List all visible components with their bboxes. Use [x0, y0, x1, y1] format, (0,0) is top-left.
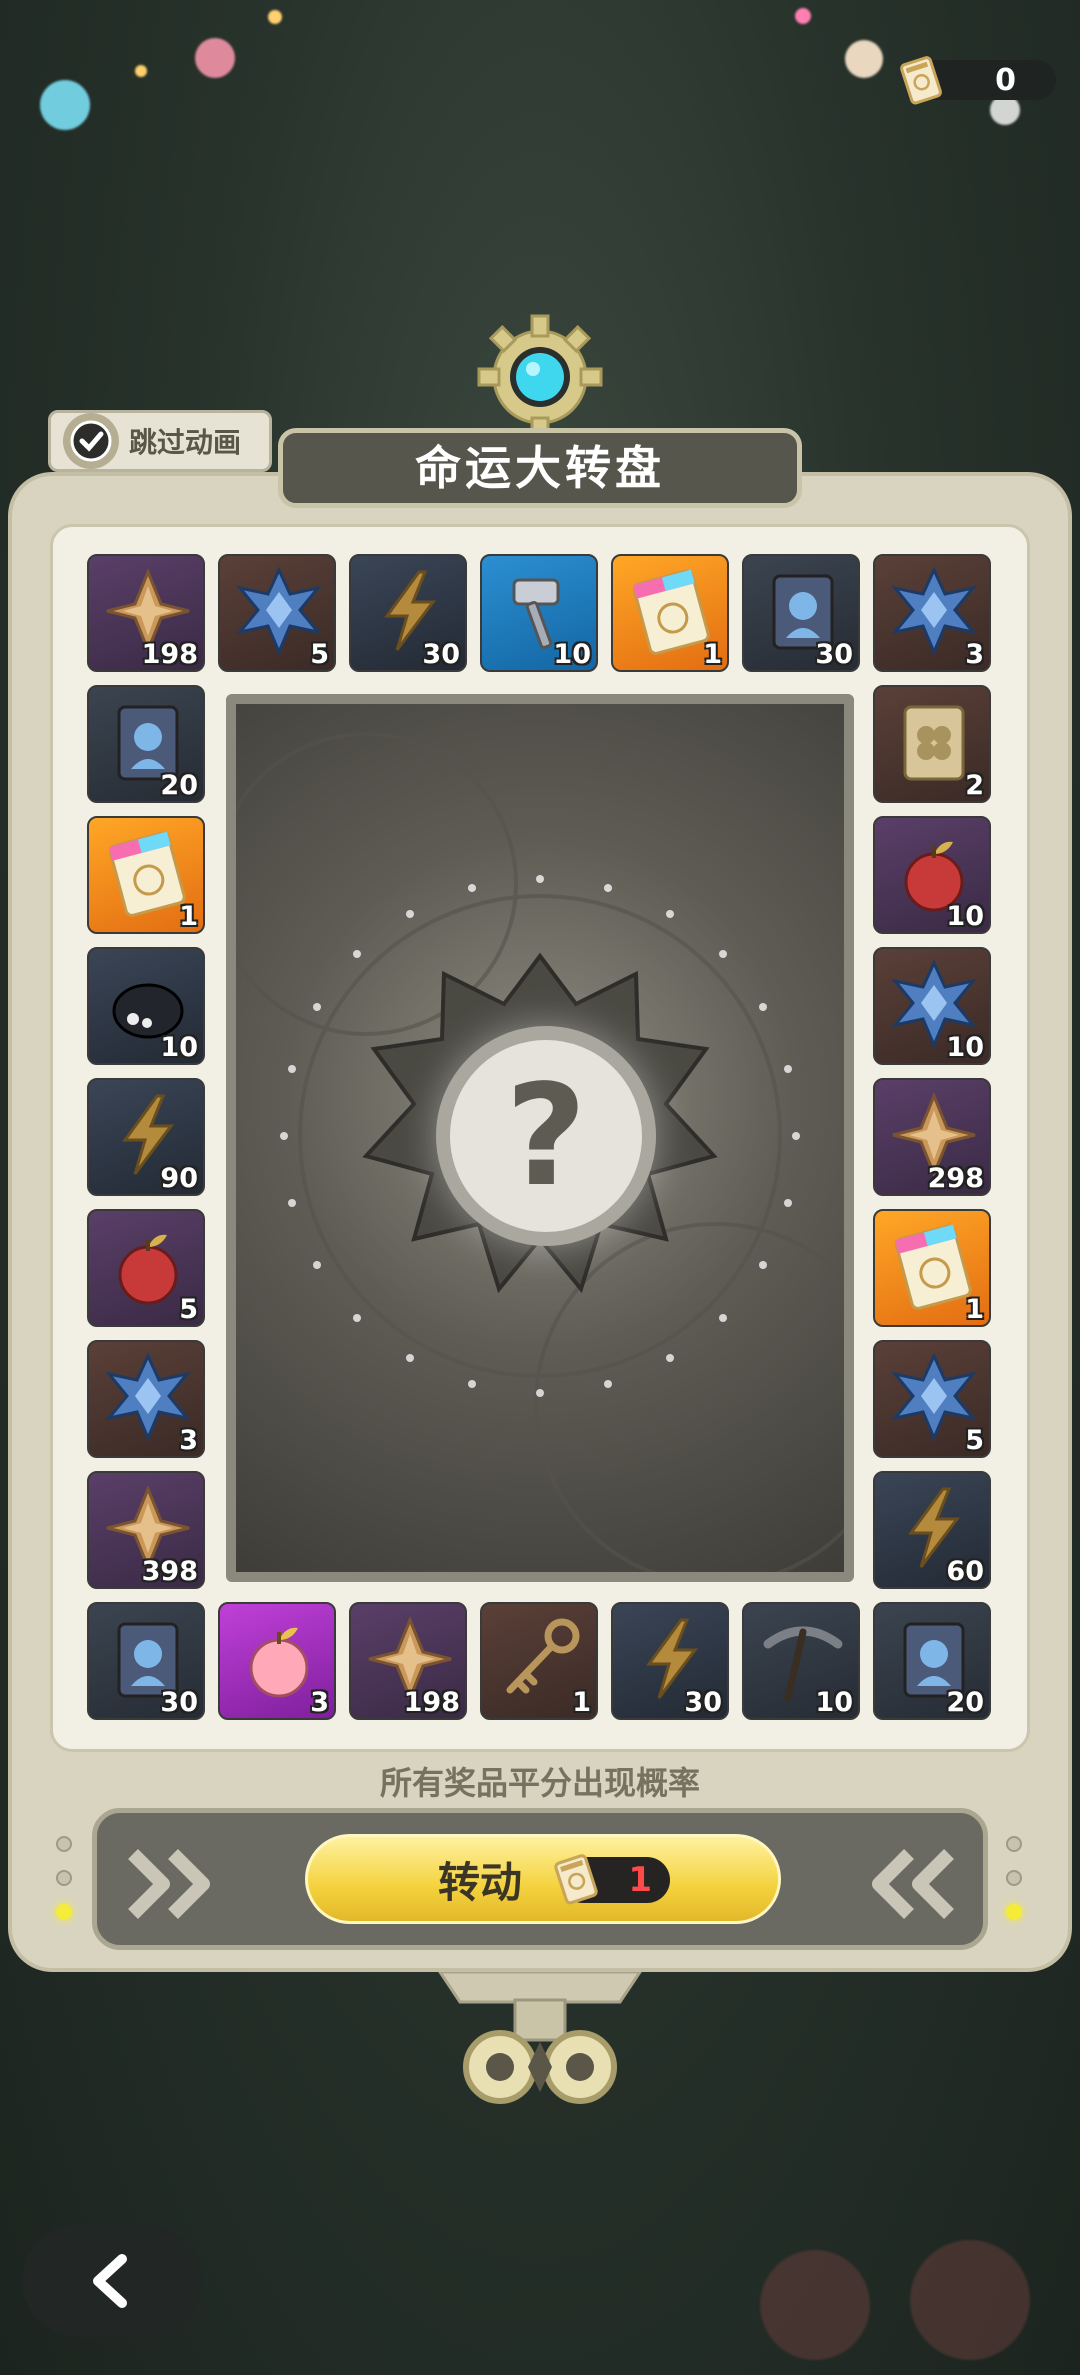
double-chevron-right-icon — [128, 1849, 210, 1919]
prize-count: 198 — [403, 1687, 460, 1718]
ticket-icon — [554, 1854, 598, 1905]
prize-count: 10 — [553, 639, 591, 670]
page-title: 命运大转盘 — [278, 428, 802, 508]
ticket-icon — [900, 56, 942, 105]
skip-animation-toggle[interactable]: 跳过动画 — [48, 410, 272, 472]
prize-count: 10 — [946, 1032, 984, 1063]
bokeh-light — [268, 10, 282, 24]
bokeh-light — [845, 40, 883, 78]
prize-tile: 3 — [873, 554, 991, 672]
prize-tile: 30 — [611, 1602, 729, 1720]
prize-count: 298 — [927, 1163, 984, 1194]
checkbox-checked-icon — [63, 413, 119, 469]
spin-button[interactable]: 转动 1 — [305, 1834, 781, 1924]
prize-tile: 10 — [873, 816, 991, 934]
prize-tile: 2 — [873, 685, 991, 803]
prize-count: 3 — [310, 1687, 329, 1718]
prize-count: 30 — [422, 639, 460, 670]
prize-count: 3 — [965, 639, 984, 670]
prize-tile: 10 — [87, 947, 205, 1065]
mystery-prize-indicator: ? — [436, 1026, 656, 1246]
indicator-light — [1006, 1836, 1022, 1852]
prize-count: 90 — [160, 1163, 198, 1194]
prize-count: 60 — [946, 1556, 984, 1587]
prize-count: 30 — [160, 1687, 198, 1718]
prize-count: 3 — [179, 1425, 198, 1456]
prize-count: 30 — [815, 639, 853, 670]
prize-count: 20 — [160, 770, 198, 801]
double-chevron-left-icon — [872, 1849, 954, 1919]
spin-cost-value: 1 — [628, 1860, 652, 1900]
chevron-left-icon — [93, 2254, 127, 2308]
prize-tile: 90 — [87, 1078, 205, 1196]
prize-tile: 30 — [87, 1602, 205, 1720]
ticket-count: 0 — [995, 62, 1016, 98]
prize-count: 10 — [160, 1032, 198, 1063]
indicator-light — [56, 1904, 72, 1920]
indicator-light — [1006, 1870, 1022, 1886]
skip-animation-label: 跳过动画 — [129, 426, 242, 459]
prize-tile: 198 — [87, 554, 205, 672]
prize-count: 398 — [141, 1556, 198, 1587]
ticket-currency-counter: 0 — [900, 56, 1056, 105]
prize-tile: 60 — [873, 1471, 991, 1589]
bokeh-light — [795, 8, 811, 24]
prize-count: 10 — [946, 901, 984, 932]
prize-tile: 5 — [218, 554, 336, 672]
prize-tile: 5 — [87, 1209, 205, 1327]
spin-cost-badge: 1 — [554, 1854, 670, 1905]
crank-decoration-icon — [438, 1972, 642, 2104]
center-display: ? — [226, 694, 854, 1582]
prize-tile: 30 — [742, 554, 860, 672]
prize-tile: 1 — [480, 1602, 598, 1720]
prize-tile: 1 — [87, 816, 205, 934]
prize-count: 198 — [141, 639, 198, 670]
indicator-light — [1006, 1904, 1022, 1920]
back-button[interactable] — [22, 2225, 202, 2337]
prize-tile: 5 — [873, 1340, 991, 1458]
prize-count: 5 — [179, 1294, 198, 1325]
prize-tile: 1 — [611, 554, 729, 672]
prize-count: 10 — [815, 1687, 853, 1718]
probability-hint: 所有奖品平分出现概率 — [379, 1764, 700, 1802]
bokeh-light — [910, 2240, 1030, 2360]
bokeh-light — [195, 38, 235, 78]
prize-tile: 298 — [873, 1078, 991, 1196]
prize-tile: 3 — [218, 1602, 336, 1720]
prize-count: 1 — [572, 1687, 591, 1718]
prize-tile: 10 — [742, 1602, 860, 1720]
prize-count: 1 — [179, 901, 198, 932]
bokeh-light — [135, 65, 147, 77]
prize-tile: 198 — [349, 1602, 467, 1720]
prize-count: 1 — [703, 639, 722, 670]
spin-button-label: 转动 — [438, 1857, 523, 1907]
prize-tile: 20 — [873, 1602, 991, 1720]
prize-tile: 10 — [480, 554, 598, 672]
prize-tile: 3 — [87, 1340, 205, 1458]
gear-icon — [477, 314, 603, 440]
prize-count: 2 — [965, 770, 984, 801]
bokeh-light — [40, 80, 90, 130]
prize-tile: 20 — [87, 685, 205, 803]
prize-count: 5 — [310, 639, 329, 670]
indicator-light — [56, 1836, 72, 1852]
question-mark: ? — [505, 1054, 587, 1218]
prize-tile: 398 — [87, 1471, 205, 1589]
prize-count: 5 — [965, 1425, 984, 1456]
prize-count: 30 — [684, 1687, 722, 1718]
bokeh-light — [760, 2250, 870, 2360]
spin-control-bar: 转动 1 — [92, 1808, 988, 1950]
prize-tile: 1 — [873, 1209, 991, 1327]
prize-tile: 30 — [349, 554, 467, 672]
prize-count: 1 — [965, 1294, 984, 1325]
prize-count: 20 — [946, 1687, 984, 1718]
prize-tile: 10 — [873, 947, 991, 1065]
indicator-light — [56, 1870, 72, 1886]
